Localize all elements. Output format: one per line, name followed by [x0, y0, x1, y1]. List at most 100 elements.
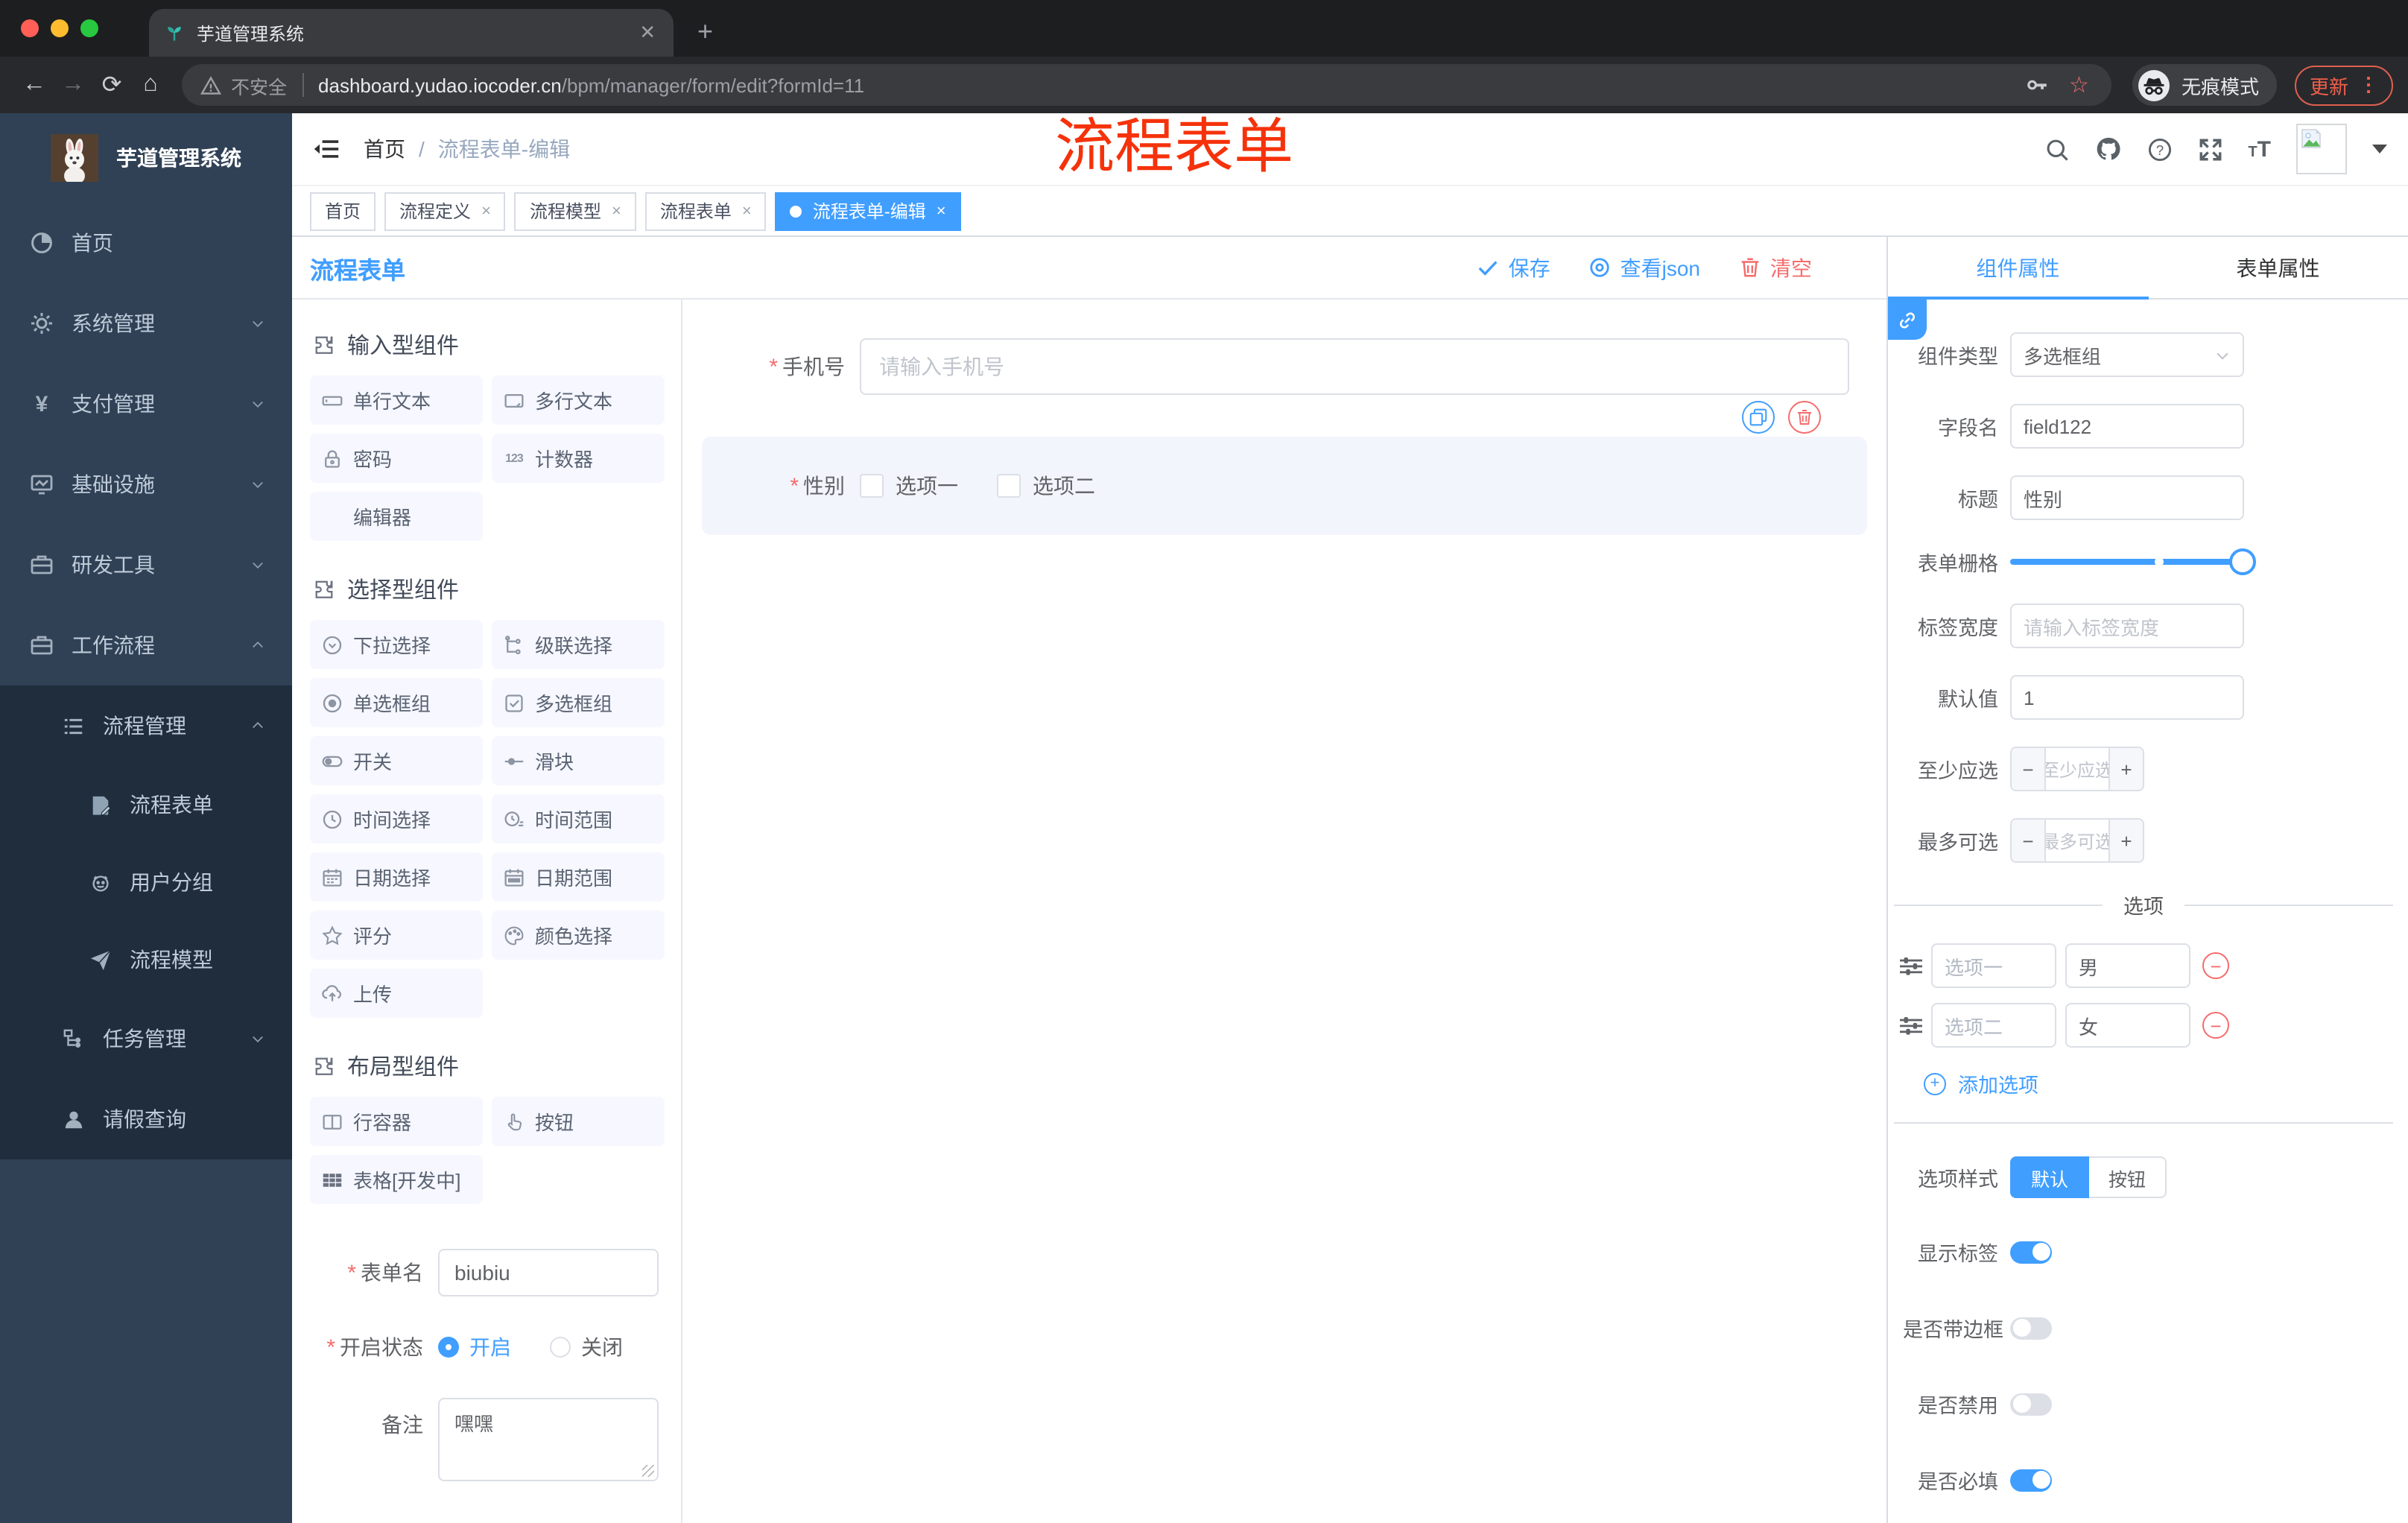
remark-textarea[interactable]: 嘿嘿	[438, 1398, 659, 1481]
maximize-window-button[interactable]	[80, 19, 98, 37]
palette-item-time-picker[interactable]: 时间选择	[310, 794, 483, 843]
forward-icon[interactable]: →	[54, 72, 92, 98]
palette-item-radio-group[interactable]: 单选框组	[310, 678, 483, 727]
reload-icon[interactable]: ⟳	[92, 70, 131, 100]
tag-close-icon[interactable]: ×	[612, 202, 621, 220]
palette-item-time-range[interactable]: 时间范围	[492, 794, 665, 843]
tab-form-props[interactable]: 表单属性	[2148, 237, 2408, 298]
home-icon[interactable]: ⌂	[131, 72, 170, 98]
github-icon[interactable]	[2094, 136, 2121, 162]
tag-process-model[interactable]: 流程模型 ×	[514, 191, 636, 230]
default-value-input[interactable]: 1	[2010, 675, 2244, 720]
delete-widget-button[interactable]	[1788, 401, 1821, 434]
fullscreen-icon[interactable]	[2197, 136, 2222, 162]
title-input[interactable]: 性别	[2010, 475, 2244, 520]
border-toggle[interactable]	[2010, 1317, 2052, 1339]
option-value-input[interactable]: 男	[2065, 943, 2190, 988]
gender-option-1[interactable]: 选项一	[860, 471, 958, 501]
drag-handle-icon[interactable]	[1900, 1014, 1922, 1036]
max-select-stepper[interactable]: − 最多可选 +	[2010, 818, 2144, 863]
browser-tab[interactable]: 芋道管理系统 ✕	[149, 9, 674, 57]
bind-link-button[interactable]	[1888, 300, 1927, 340]
palette-item-slider[interactable]: 滑块	[492, 736, 665, 785]
checkbox[interactable]	[860, 474, 884, 498]
palette-item-switch[interactable]: 开关	[310, 736, 483, 785]
window-controls[interactable]	[21, 19, 98, 37]
tab-component-props[interactable]: 组件属性	[1888, 237, 2148, 298]
style-default-button[interactable]: 默认	[2010, 1156, 2090, 1198]
palette-item-row-container[interactable]: 行容器	[310, 1097, 483, 1146]
checkbox[interactable]	[997, 474, 1021, 498]
palette-item-checkbox-group[interactable]: 多选框组	[492, 678, 665, 727]
palette-item-date-picker[interactable]: 日期选择	[310, 852, 483, 902]
sidebar-item-user-group[interactable]: 用户分组	[0, 843, 292, 921]
sidebar-item-process-form[interactable]: 流程表单	[0, 766, 292, 843]
update-label[interactable]: 更新	[2310, 71, 2348, 99]
slider-thumb[interactable]	[2229, 548, 2256, 575]
stepper-value[interactable]: 最多可选	[2046, 820, 2108, 861]
stepper-increase-button[interactable]: +	[2108, 748, 2143, 790]
avatar[interactable]	[2296, 124, 2347, 174]
sidebar-item-home[interactable]: 首页	[0, 203, 292, 283]
sidebar-item-payment[interactable]: ¥ 支付管理	[0, 364, 292, 444]
minimize-window-button[interactable]	[51, 19, 69, 37]
url-path[interactable]: /bpm/manager/form/edit?formId=11	[562, 74, 864, 96]
password-key-icon[interactable]	[2024, 73, 2048, 97]
palette-item-cascader[interactable]: 级联选择	[492, 620, 665, 669]
browser-menu-icon[interactable]: ⋮	[2359, 73, 2378, 97]
form-canvas[interactable]: * 手机号 请输入手机号 * 性别 选项一 选项二	[682, 300, 1886, 1523]
sidebar-item-workflow[interactable]: 工作流程	[0, 605, 292, 685]
sidebar-item-process-mgmt[interactable]: 流程管理	[0, 685, 292, 766]
slider-track[interactable]	[2010, 548, 2256, 575]
palette-item-button[interactable]: 按钮	[492, 1097, 665, 1146]
option-label-input[interactable]: 选项一	[1931, 943, 2056, 988]
view-json-button[interactable]: 查看json	[1589, 253, 1700, 282]
option-value-input[interactable]: 女	[2065, 1003, 2190, 1048]
status-radio-on[interactable]: 开启	[438, 1332, 511, 1362]
bookmark-star-icon[interactable]: ☆	[2069, 72, 2089, 98]
palette-item-upload[interactable]: 上传	[310, 969, 483, 1018]
address-bar[interactable]: 不安全 dashboard.yudao.iocoder.cn /bpm/mana…	[182, 64, 2111, 106]
tag-close-icon[interactable]: ×	[742, 202, 752, 220]
status-radio-off[interactable]: 关闭	[550, 1332, 623, 1362]
palette-item-password[interactable]: 密码	[310, 434, 483, 483]
show-label-toggle[interactable]	[2010, 1241, 2052, 1263]
tag-process-form[interactable]: 流程表单 ×	[644, 191, 767, 230]
phone-input[interactable]: 请输入手机号	[860, 338, 1849, 395]
palette-item-select[interactable]: 下拉选择	[310, 620, 483, 669]
palette-item-rate[interactable]: 评分	[310, 911, 483, 960]
form-grid-slider[interactable]	[2010, 548, 2256, 575]
security-label[interactable]: 不安全	[231, 71, 287, 99]
remove-option-button[interactable]: −	[2202, 1012, 2229, 1039]
tag-process-form-edit[interactable]: 流程表单-编辑 ×	[775, 191, 961, 230]
sidebar-item-process-model[interactable]: 流程模型	[0, 921, 292, 998]
min-select-stepper[interactable]: − 至少应选 +	[2010, 747, 2144, 791]
clear-button[interactable]: 清空	[1739, 253, 1812, 282]
sidebar-item-task-mgmt[interactable]: 任务管理	[0, 998, 292, 1079]
font-size-icon[interactable]: TT	[2248, 136, 2271, 162]
canvas-field-phone[interactable]: * 手机号 请输入手机号	[702, 338, 1867, 395]
add-option-button[interactable]: + 添加选项	[1924, 1068, 2408, 1098]
palette-item-table[interactable]: 表格[开发中]	[310, 1155, 483, 1204]
palette-item-date-range[interactable]: 日期范围	[492, 852, 665, 902]
sidebar-item-devtools[interactable]: 研发工具	[0, 525, 292, 605]
browser-update-button[interactable]: 更新 ⋮	[2294, 65, 2393, 105]
stepper-decrease-button[interactable]: −	[2012, 748, 2046, 790]
option-label-input[interactable]: 选项二	[1931, 1003, 2056, 1048]
tag-close-icon[interactable]: ×	[481, 202, 491, 220]
palette-item-single-text[interactable]: 单行文本	[310, 376, 483, 425]
help-icon[interactable]: ?	[2146, 136, 2172, 162]
sidebar-item-leave-query[interactable]: 请假查询	[0, 1079, 292, 1159]
drag-handle-icon[interactable]	[1900, 954, 1922, 977]
stepper-value[interactable]: 至少应选	[2046, 748, 2108, 790]
tag-close-icon[interactable]: ×	[937, 202, 946, 220]
tab-close-icon[interactable]: ✕	[636, 21, 659, 45]
required-toggle[interactable]	[2010, 1469, 2052, 1491]
sidebar-item-system[interactable]: 系统管理	[0, 283, 292, 364]
new-tab-button[interactable]: +	[697, 16, 713, 48]
disabled-toggle[interactable]	[2010, 1393, 2052, 1415]
tag-home[interactable]: 首页	[310, 191, 376, 230]
canvas-field-gender-selected[interactable]: * 性别 选项一 选项二	[702, 437, 1867, 535]
stepper-increase-button[interactable]: +	[2108, 820, 2143, 861]
copy-widget-button[interactable]	[1742, 401, 1775, 434]
